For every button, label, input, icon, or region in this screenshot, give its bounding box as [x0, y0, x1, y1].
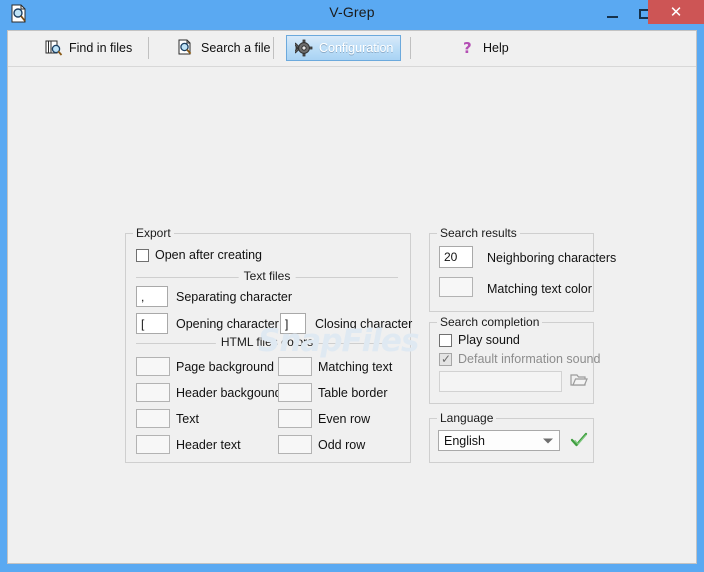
closing-character-label: Closing character	[315, 317, 413, 331]
color-swatch-text[interactable]	[136, 409, 170, 428]
toolbar-help-label: Help	[483, 41, 509, 55]
close-icon: ✕	[669, 4, 683, 21]
open-after-creating-checkbox[interactable]: Open after creating	[136, 248, 262, 262]
toolbar-separator-2	[273, 37, 274, 59]
language-dropdown[interactable]: English	[438, 430, 560, 451]
toolbar-help[interactable]: ? Help	[450, 35, 518, 61]
color-swatch-table-border[interactable]	[278, 383, 312, 402]
toolbar-configuration[interactable]: Configuration	[286, 35, 401, 61]
html-colors-label: HTML files colors	[215, 335, 319, 349]
toolbar-configuration-label: Configuration	[319, 41, 394, 55]
question-mark-icon: ?	[459, 39, 477, 57]
text-files-label: Text files	[238, 269, 296, 283]
checkbox-box: ✓	[439, 351, 452, 366]
opening-character-input[interactable]: [	[136, 313, 168, 334]
matching-text-color-label: Matching text color	[487, 282, 592, 296]
svg-text:?: ?	[463, 39, 472, 57]
application-window: V-Grep ✕ Find in files Search a file Con…	[0, 0, 704, 572]
neighboring-characters-label: Neighboring characters	[487, 251, 617, 265]
color-swatch-matching-text-color[interactable]	[439, 277, 473, 297]
text-label: Text	[176, 412, 199, 426]
minimize-button[interactable]	[596, 0, 628, 28]
search-completion-group: Search completion Play sound ✓ Default i…	[429, 315, 600, 404]
closing-character-input[interactable]: ]	[280, 313, 306, 334]
language-selected-value: English	[444, 433, 485, 448]
main-toolbar: Find in files Search a file Configuratio…	[8, 31, 696, 67]
even-row-label: Even row	[318, 412, 371, 426]
title-bar[interactable]: V-Grep ✕	[0, 0, 704, 28]
export-group: Export Open after creating Text files , …	[125, 226, 413, 463]
search-results-group: Search results 20 Neighboring characters…	[429, 226, 616, 312]
search-results-group-label: Search results	[437, 226, 520, 240]
text-files-separator: Text files	[136, 269, 398, 283]
matching-text-label: Matching text	[318, 360, 393, 374]
separating-character-label: Separating character	[176, 290, 293, 304]
opening-character-label: Opening character	[176, 317, 279, 331]
color-swatch-matching-text[interactable]	[278, 357, 312, 376]
search-file-icon	[177, 39, 195, 57]
close-button[interactable]: ✕	[648, 0, 704, 24]
toolbar-separator-3	[410, 37, 411, 59]
gear-icon	[293, 39, 313, 57]
search-completion-group-label: Search completion	[437, 315, 543, 329]
odd-row-label: Odd row	[318, 438, 366, 452]
checkbox-box	[439, 333, 452, 347]
language-group-label: Language	[437, 411, 497, 425]
export-group-label: Export	[133, 226, 174, 240]
page-background-label: Page background	[176, 360, 274, 374]
find-in-files-icon	[45, 39, 63, 57]
default-information-sound-label: Default information sound	[458, 352, 601, 366]
language-group: Language English	[429, 411, 594, 463]
green-check-icon[interactable]	[570, 431, 588, 449]
checkbox-box	[136, 248, 149, 262]
open-after-creating-label: Open after creating	[155, 248, 263, 262]
play-sound-label: Play sound	[458, 333, 520, 347]
sound-file-path-input	[439, 371, 562, 392]
client-area: Find in files Search a file Configuratio…	[7, 30, 697, 564]
html-colors-separator: HTML files colors	[136, 335, 398, 349]
default-information-sound-checkbox: ✓ Default information sound	[439, 352, 600, 366]
color-swatch-odd-row[interactable]	[278, 435, 312, 454]
play-sound-checkbox[interactable]: Play sound	[439, 333, 520, 347]
chevron-down-icon	[543, 438, 553, 443]
separating-character-input[interactable]: ,	[136, 286, 168, 307]
color-swatch-header-background[interactable]	[136, 383, 170, 402]
header-background-label: Header backgound	[176, 386, 282, 400]
toolbar-separator-1	[148, 37, 149, 59]
open-folder-icon[interactable]	[570, 372, 588, 388]
color-swatch-even-row[interactable]	[278, 409, 312, 428]
toolbar-find-in-files-label: Find in files	[69, 41, 133, 55]
toolbar-find-in-files[interactable]: Find in files	[36, 35, 141, 61]
toolbar-search-a-file-label: Search a file	[201, 41, 271, 55]
table-border-label: Table border	[318, 386, 388, 400]
color-swatch-page-background[interactable]	[136, 357, 170, 376]
neighboring-characters-input[interactable]: 20	[439, 246, 473, 268]
header-text-label: Header text	[176, 438, 241, 452]
color-swatch-header-text[interactable]	[136, 435, 170, 454]
toolbar-search-a-file[interactable]: Search a file	[168, 35, 279, 61]
